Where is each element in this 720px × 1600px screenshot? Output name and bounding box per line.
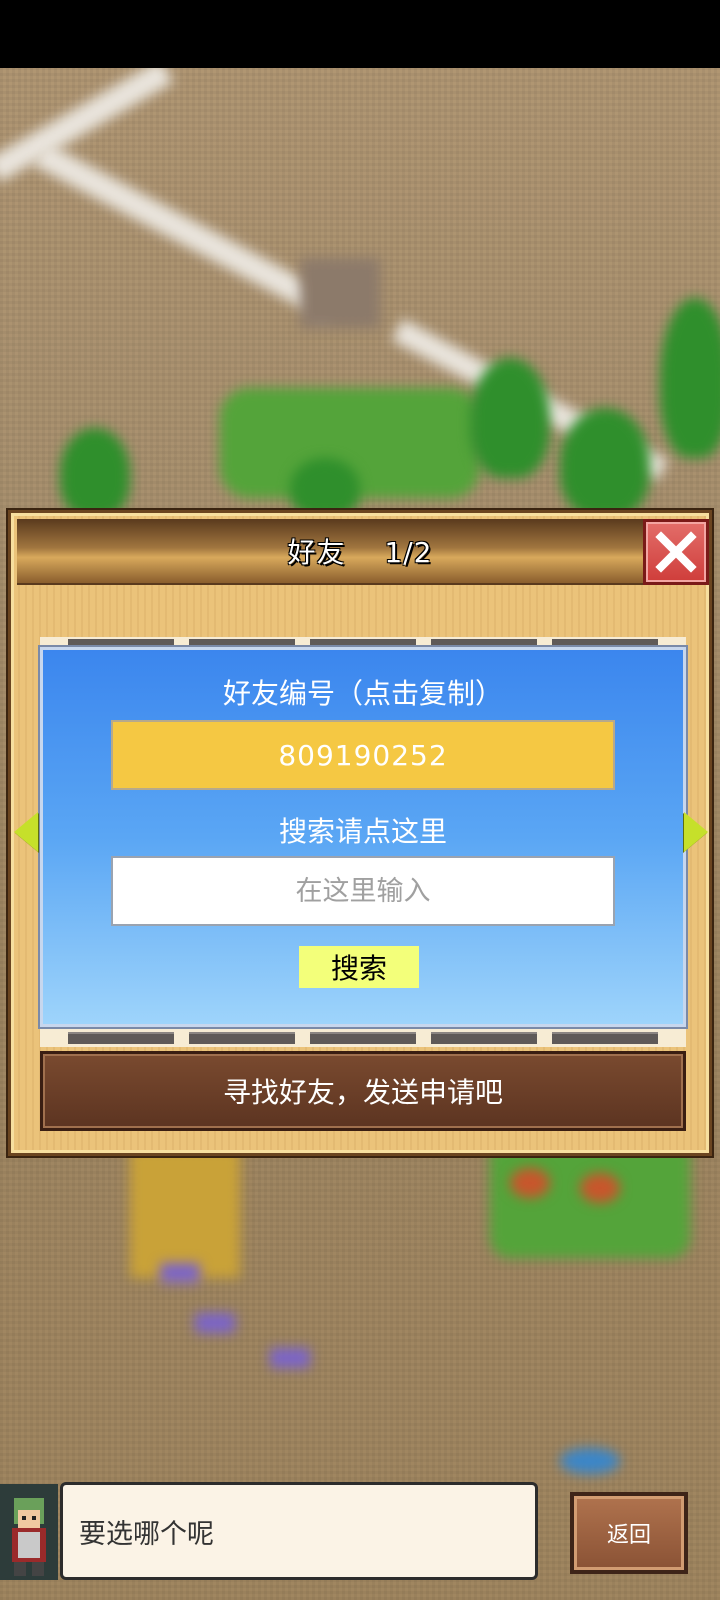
tab-segment [188, 1032, 295, 1044]
search-label: 搜索请点这里 [278, 815, 447, 848]
tab-segment [188, 639, 295, 645]
friend-search-card: 好友编号（点击复制） 809190252 搜索请点这里 搜索 [40, 647, 686, 1027]
dialog-title: 好友 1/2 [287, 536, 433, 569]
tab-segment [431, 639, 538, 645]
character-portrait-icon [0, 1484, 58, 1580]
back-button[interactable]: 返回 [570, 1492, 688, 1574]
arrow-left-icon[interactable] [14, 812, 38, 852]
dialog-header: 好友 1/2 [17, 519, 703, 585]
friends-dialog: 好友 1/2 好友编号（点击复制） 809190252 搜索请点这里 搜索 寻找… [8, 510, 712, 1156]
tab-segment [309, 639, 416, 645]
avatar [0, 1484, 58, 1580]
status-bar [0, 0, 720, 68]
tab-segment [552, 1032, 659, 1044]
speech-bubble: 要选哪个呢 [60, 1482, 538, 1580]
page-tab-strip-top [40, 637, 686, 647]
search-input[interactable] [111, 856, 615, 926]
page-tab-strip-bottom [40, 1029, 686, 1047]
hint-banner: 寻找好友，发送申请吧 [40, 1051, 686, 1131]
friend-id-copy-button[interactable]: 809190252 [111, 720, 615, 790]
tab-segment [67, 1032, 174, 1044]
tab-segment [67, 639, 174, 645]
arrow-right-icon[interactable] [684, 812, 708, 852]
tab-segment [552, 639, 659, 645]
tab-segment [431, 1032, 538, 1044]
tab-segment [309, 1032, 416, 1044]
friend-id-label: 好友编号（点击复制） [222, 677, 503, 710]
close-button[interactable] [643, 519, 709, 585]
search-button[interactable]: 搜索 [299, 946, 419, 988]
close-x-icon [655, 531, 697, 573]
